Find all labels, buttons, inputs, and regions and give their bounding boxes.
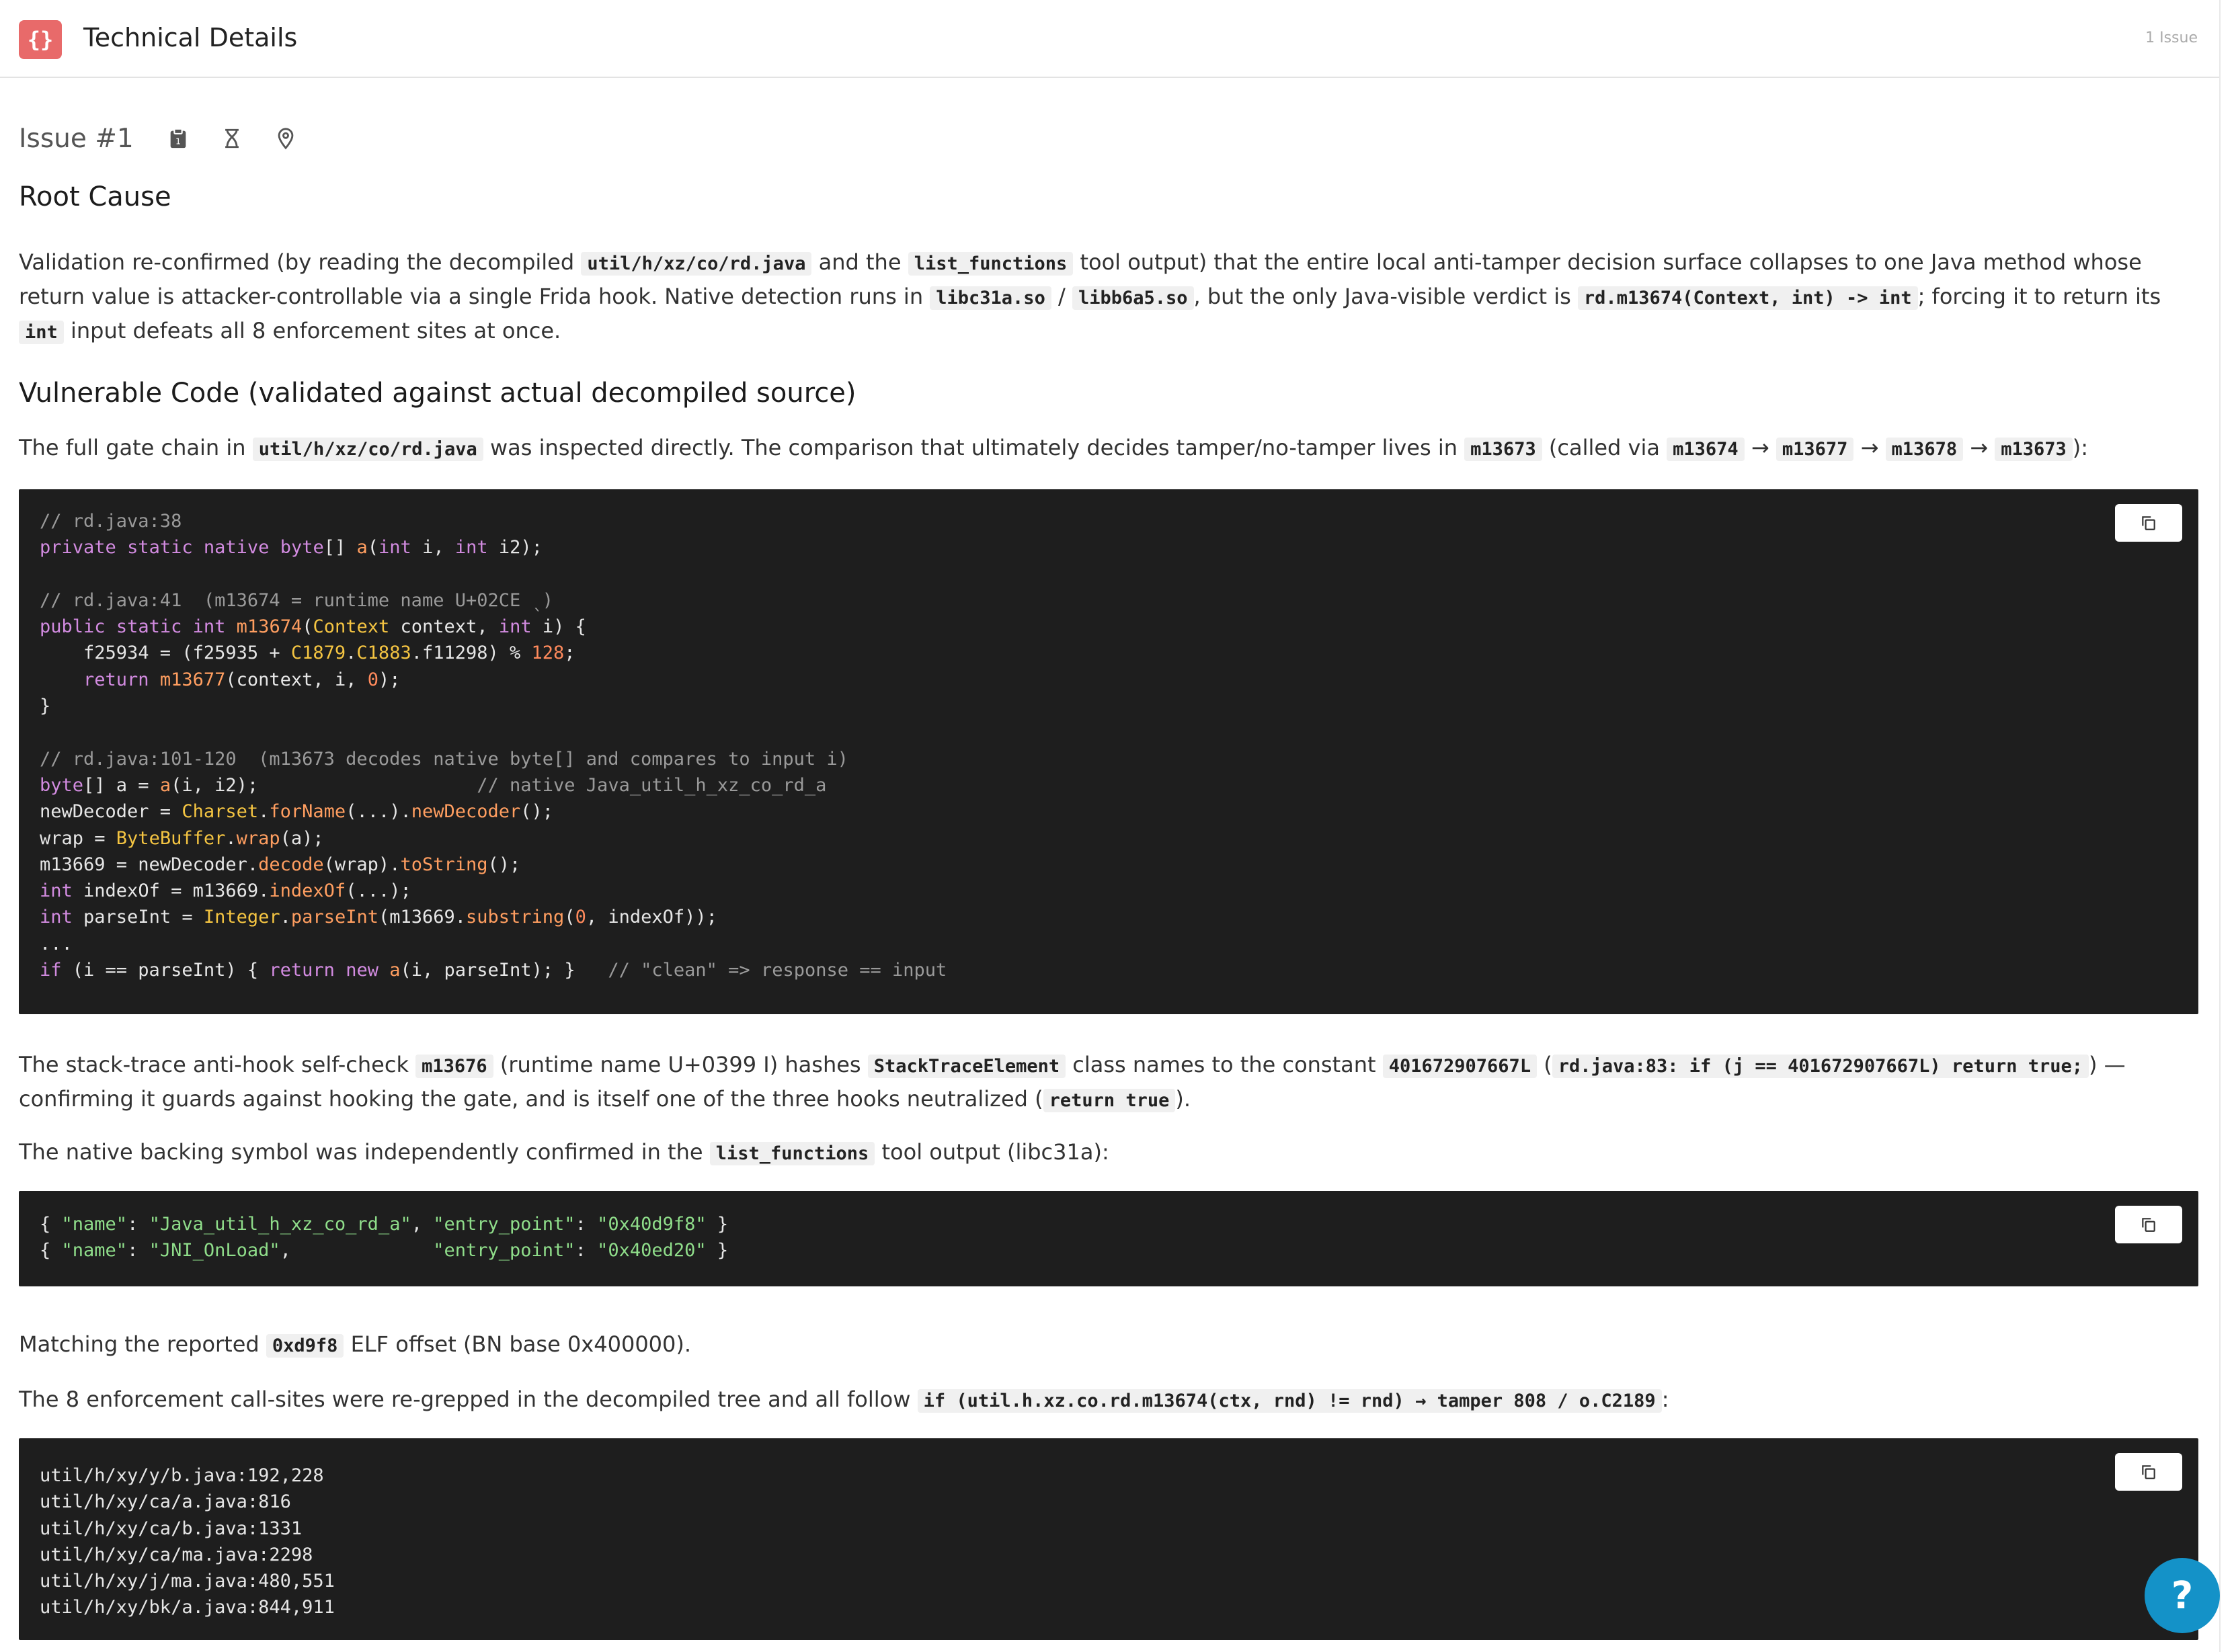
elf-offset-text: Matching the reported 0xd9f8 ELF offset …	[19, 1328, 2190, 1362]
inline-code: m13676	[415, 1055, 493, 1078]
text-segment: ; forcing it to return its	[1917, 284, 2161, 309]
inline-code: rd.java:83: if (j == 401672907667L) retu…	[1552, 1055, 2089, 1078]
text-segment: was inspected directly. The comparison t…	[483, 435, 1465, 460]
root-cause-text: Validation re-confirmed (by reading the …	[19, 246, 2190, 349]
root-cause-heading: Root Cause	[19, 181, 171, 212]
text-segment: The full gate chain in	[19, 435, 253, 460]
inline-code: libc31a.so	[930, 286, 1051, 310]
inline-code: int	[19, 321, 64, 344]
text-segment: Matching the reported	[19, 1331, 266, 1357]
text-segment: :	[1661, 1387, 1669, 1412]
inline-code: list_functions	[709, 1142, 875, 1165]
issue-header: Issue #1 1	[19, 112, 326, 165]
copy-icon	[2142, 516, 2155, 530]
text-segment: tool output (libc31a):	[875, 1139, 1109, 1165]
json-code-block: { "name": "Java_util_h_xz_co_rd_a", "ent…	[19, 1191, 2198, 1286]
copy-button[interactable]	[2115, 1206, 2182, 1243]
json-code: { "name": "Java_util_h_xz_co_rd_a", "ent…	[40, 1214, 729, 1262]
inline-code: return true	[1043, 1089, 1176, 1112]
text-segment: , but the only Java-visible verdict is	[1193, 284, 1578, 309]
text-segment: ):	[2072, 435, 2089, 460]
svg-text:1: 1	[175, 137, 181, 147]
copy-button[interactable]	[2115, 1453, 2182, 1491]
inline-code: libb6a5.so	[1072, 286, 1194, 310]
anti-hook-text: The stack-trace anti-hook self-check m13…	[19, 1048, 2190, 1117]
help-button[interactable]: ?	[2145, 1558, 2220, 1633]
clipboard-icon[interactable]: 1	[165, 125, 192, 152]
inline-code: util/h/xz/co/rd.java	[252, 438, 483, 461]
inline-code: 401672907667L	[1382, 1055, 1538, 1078]
text-segment: ELF offset (BN base 0x400000).	[344, 1331, 692, 1357]
call-sites-code-block: util/h/xy/y/b.java:192,228 util/h/xy/ca/…	[19, 1438, 2198, 1640]
copy-button[interactable]	[2115, 504, 2182, 542]
call-sites-text: The 8 enforcement call-sites were re-gre…	[19, 1383, 2190, 1417]
text-segment: (runtime name U+0399 Ι) hashes	[493, 1052, 868, 1077]
text-segment: (called via	[1542, 435, 1667, 460]
text-segment: →	[1744, 435, 1776, 460]
text-segment: The stack-trace anti-hook self-check	[19, 1052, 416, 1077]
copy-icon	[2142, 1465, 2155, 1479]
java-code: // rd.java:38 private static native byte…	[40, 511, 947, 981]
java-code-block: // rd.java:38 private static native byte…	[19, 489, 2198, 1014]
inline-code: StackTraceElement	[867, 1055, 1066, 1078]
text-segment: (	[1537, 1052, 1552, 1077]
call-sites-code: util/h/xy/y/b.java:192,228 util/h/xy/ca/…	[40, 1465, 335, 1618]
text-segment: The native backing symbol was independen…	[19, 1139, 710, 1165]
technical-details-page: {} Technical Details 1 Issue Issue #1 1 …	[0, 0, 2221, 1652]
issue-count: 1 Issue	[2145, 30, 2198, 46]
panel-header: {} Technical Details 1 Issue	[0, 0, 2219, 78]
native-symbol-text: The native backing symbol was independen…	[19, 1136, 2190, 1170]
inline-code: 0xd9f8	[266, 1334, 344, 1358]
gate-chain-text: The full gate chain in util/h/xz/co/rd.j…	[19, 431, 2190, 466]
inline-code: m13673	[1995, 438, 2073, 461]
text-segment: →	[1853, 435, 1886, 460]
text-segment: ).	[1175, 1086, 1191, 1112]
panel-title: Technical Details	[83, 23, 298, 52]
text-segment: and the	[811, 249, 908, 275]
issue-title: Issue #1	[19, 123, 134, 154]
text-segment: →	[1963, 435, 1995, 460]
text-segment: Validation re-confirmed (by reading the …	[19, 249, 582, 275]
hourglass-icon[interactable]	[218, 125, 245, 152]
inline-code: list_functions	[908, 252, 1074, 276]
text-segment: /	[1051, 284, 1072, 309]
text-segment: The 8 enforcement call-sites were re-gre…	[19, 1387, 918, 1412]
inline-code: m13674	[1667, 438, 1745, 461]
inline-code: rd.m13674(Context, int) -> int	[1577, 286, 1918, 310]
text-segment: class names to the constant	[1066, 1052, 1383, 1077]
inline-code: m13677	[1776, 438, 1854, 461]
copy-icon	[2142, 1218, 2155, 1232]
inline-code: if (util.h.xz.co.rd.m13674(ctx, rnd) != …	[917, 1389, 1662, 1413]
braces-icon: {}	[19, 20, 62, 59]
location-pin-icon[interactable]	[272, 125, 299, 152]
text-segment: input defeats all 8 enforcement sites at…	[63, 318, 561, 343]
inline-code: util/h/xz/co/rd.java	[581, 252, 812, 276]
inline-code: m13678	[1885, 438, 1964, 461]
inline-code: m13673	[1464, 438, 1542, 461]
vulnerable-code-heading: Vulnerable Code (validated against actua…	[19, 378, 856, 409]
